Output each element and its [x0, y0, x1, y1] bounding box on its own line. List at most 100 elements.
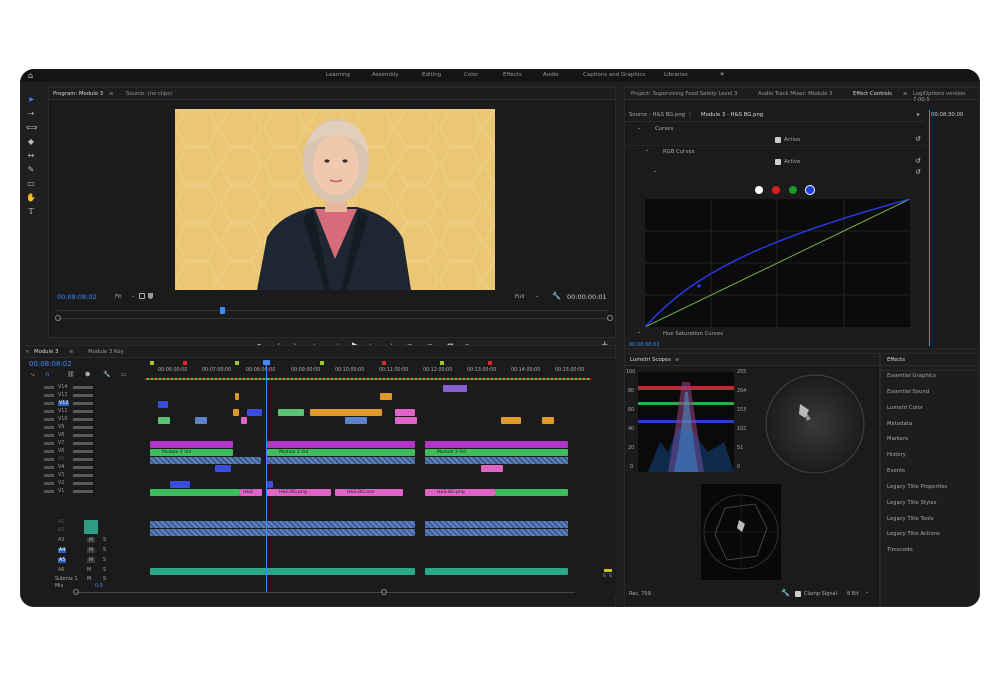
panel-item-markers[interactable]: Markers [887, 436, 908, 442]
panel-item-legacy-title-properties[interactable]: Legacy Title Properties [887, 484, 947, 490]
panel-item-lumetri-color[interactable]: Lumetri Color [887, 405, 923, 411]
panel-menu-icon[interactable]: ≡ [109, 91, 113, 97]
channel-blue-dot[interactable] [805, 185, 815, 195]
linked-icon[interactable]: ⛓ [67, 371, 75, 378]
clip-module-3-vid[interactable]: Module 3 Vid [267, 449, 415, 456]
clip[interactable] [425, 457, 568, 464]
clip[interactable] [235, 393, 239, 400]
workspace-libraries[interactable]: Libraries [664, 72, 688, 78]
panel-menu-icon[interactable]: ≡ [69, 349, 73, 355]
panel-item-effects[interactable]: Effects [887, 357, 905, 363]
clip[interactable] [150, 457, 261, 464]
add-marker-icon[interactable]: ⬢ [85, 371, 90, 378]
track-label-a6[interactable]: A6 [58, 568, 64, 573]
track-label-a3[interactable]: A3 [58, 538, 64, 543]
panel-item-essential-sound[interactable]: Essential Sound [887, 389, 929, 395]
tab-logioptions[interactable]: LogiOptions version 7.00.5 [913, 91, 979, 103]
ripple-edit-icon[interactable]: ⟺ [26, 123, 37, 133]
panel-item-events[interactable]: Events [887, 468, 905, 474]
tab-module-3-key[interactable]: Module 3 Key [88, 349, 124, 355]
clip[interactable] [195, 417, 207, 424]
selection-tool-icon[interactable]: ➤ [26, 95, 36, 105]
workspace-captions[interactable]: Captions and Graphics [583, 72, 645, 78]
quality-select[interactable]: Full [515, 294, 524, 300]
clip[interactable] [215, 465, 231, 472]
clip[interactable] [310, 409, 382, 416]
workspaces-more[interactable]: » [720, 70, 724, 78]
clip[interactable] [481, 465, 503, 472]
track-label-v12[interactable]: V12 [58, 401, 70, 406]
marker-green[interactable] [150, 361, 154, 365]
timeline-hscroll[interactable] [75, 592, 575, 593]
track-label-a2[interactable]: A2 [58, 528, 64, 533]
track-label-v5[interactable]: V5 [58, 457, 64, 462]
track-label-v10[interactable]: V10 [58, 417, 67, 422]
razor-icon[interactable]: ◆ [26, 137, 36, 147]
clip-module-3-key[interactable] [425, 441, 568, 448]
audio-clip[interactable] [425, 529, 568, 536]
track-label-a1[interactable]: A1 [58, 520, 64, 525]
clip[interactable] [170, 481, 190, 488]
audio-clip[interactable] [425, 521, 568, 528]
clip[interactable] [345, 417, 367, 424]
workspace-effects[interactable]: Effects [503, 72, 522, 78]
clip-hs-bg[interactable]: H&S BG.png [425, 489, 495, 496]
mute-button[interactable]: M [87, 538, 96, 543]
bit-depth-select[interactable]: 8 Bit [847, 591, 859, 597]
clip[interactable] [278, 409, 304, 416]
zoom-handle-right[interactable] [607, 315, 613, 321]
time-ruler[interactable]: 00:06:00:00 00:07:00:00 00:08:00:00 00:0… [145, 361, 591, 381]
marker-green[interactable] [320, 361, 324, 365]
audio-clip-music[interactable] [150, 568, 415, 575]
track-label-v13[interactable]: V13 [58, 393, 67, 398]
workspace-audio[interactable]: Audio [543, 72, 559, 78]
tab-lumetri-scopes[interactable]: Lumetri Scopes [630, 357, 671, 363]
close-icon[interactable]: × [25, 349, 29, 355]
track-label-v9[interactable]: V9 [58, 425, 64, 430]
panel-item-metadata[interactable]: Metadata [887, 421, 912, 427]
chevron-down-icon[interactable]: ⌄ [653, 168, 657, 174]
zoom-select[interactable]: Fit [115, 294, 121, 300]
type-icon[interactable]: T [26, 207, 36, 217]
clip-module-3-key[interactable] [267, 441, 415, 448]
scroll-handle-left[interactable] [73, 589, 79, 595]
track-label-v6[interactable]: V6 [58, 449, 64, 454]
panel-item-timecode[interactable]: Timecode [887, 547, 913, 553]
clip[interactable] [267, 481, 273, 488]
clip[interactable] [241, 417, 247, 424]
timeline-playhead[interactable] [266, 362, 267, 592]
track-label-v14[interactable]: V14 [58, 385, 67, 390]
track-label-v7[interactable]: V7 [58, 441, 64, 446]
rectangle-icon[interactable]: ▭ [26, 179, 36, 189]
program-timecode[interactable]: 00:08:08:02 [57, 293, 97, 301]
clip[interactable] [501, 417, 521, 424]
panel-item-legacy-title-tools[interactable]: Legacy Title Tools [887, 516, 934, 522]
tab-audio-track-mixer[interactable]: Audio Track Mixer: Module 3 [758, 91, 832, 97]
submix-mute[interactable]: M [87, 577, 91, 582]
clip-hs-bg[interactable]: H&S [240, 489, 262, 496]
track-label-v1[interactable]: V1 [58, 489, 64, 494]
play-only-icon[interactable]: ▸ [917, 111, 920, 118]
clip-hs-bgone[interactable]: H&S BG.one [335, 489, 403, 496]
tab-effect-controls[interactable]: Effect Controls [853, 91, 892, 97]
hand-icon[interactable]: ✋ [26, 193, 36, 203]
channel-red-dot[interactable] [772, 186, 780, 194]
tab-project[interactable]: Project: Supervising Food Safety Level 3 [631, 91, 737, 97]
playhead-marker[interactable] [220, 307, 225, 314]
marker-green[interactable] [440, 361, 444, 365]
timeline-playhead-handle[interactable] [263, 360, 270, 365]
track-label-a5[interactable]: A5 [58, 558, 67, 563]
solo-button[interactable]: S [103, 548, 106, 553]
mute-button[interactable]: M [87, 548, 96, 553]
rgb-curve-graph[interactable] [645, 199, 910, 327]
ec-timecode[interactable]: 00:08:08:02 [629, 342, 660, 348]
panel-menu-icon[interactable]: ≡ [903, 91, 907, 97]
track-eye-icons[interactable] [73, 384, 93, 496]
clip[interactable] [380, 393, 392, 400]
rgb-active-checkbox[interactable] [775, 159, 781, 165]
zoom-bar[interactable] [57, 318, 609, 319]
zoom-dropdown-icon[interactable]: ⌄ [131, 293, 135, 299]
track-select-icon[interactable]: ⇢ [26, 109, 36, 119]
scrub-bar[interactable] [57, 307, 609, 316]
channel-white-dot[interactable] [755, 186, 763, 194]
